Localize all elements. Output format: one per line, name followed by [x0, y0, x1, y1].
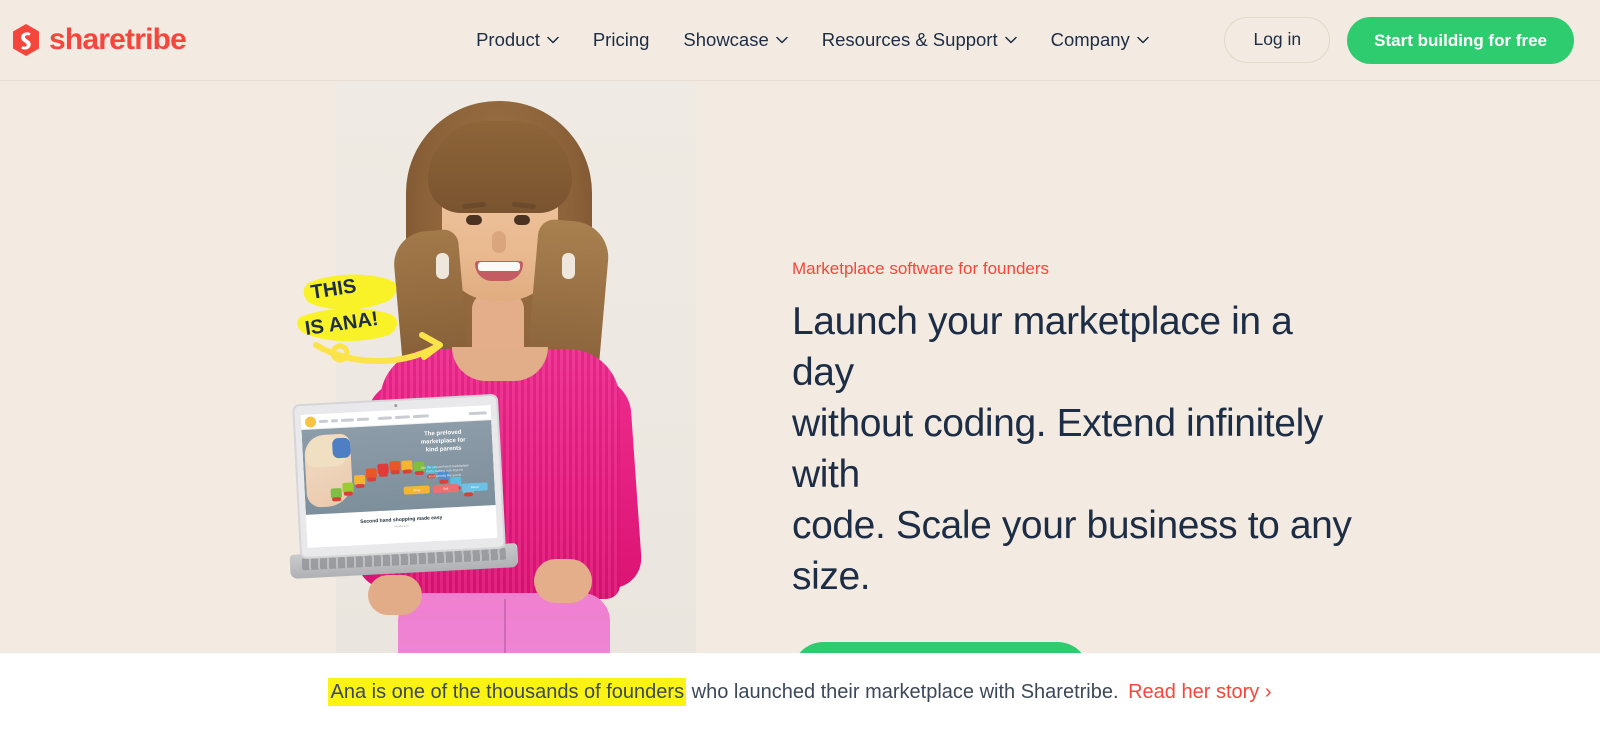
teeth: [478, 262, 520, 271]
nav-item-showcase[interactable]: Showcase: [683, 28, 788, 50]
webcam-icon: [393, 404, 397, 408]
this-is-ana-sticker: THIS IS ANA!: [296, 261, 476, 371]
child-sleeve: [331, 437, 351, 459]
chevron-down-icon: [547, 36, 559, 44]
chevron-down-icon: [1137, 36, 1149, 44]
read-her-story-link[interactable]: Read her story ›: [1128, 681, 1271, 703]
toy-block: [389, 460, 401, 472]
nav-item-product[interactable]: Product: [476, 28, 559, 50]
hero-copy: Marketplace software for founders Launch…: [792, 259, 1352, 653]
toy-block: [365, 468, 378, 479]
header-actions: Log in Start building for free: [1224, 16, 1574, 64]
demo-search-icon: [468, 410, 487, 415]
nav-label: Pricing: [592, 28, 650, 50]
toy-block: [330, 488, 343, 499]
demo-nav-link: [377, 415, 392, 420]
hero-cta-button[interactable]: Start building for free: [792, 642, 1090, 653]
logo-wordmark: sharetribe: [49, 23, 187, 56]
demo-nav-link: [356, 416, 370, 421]
nav-item-company[interactable]: Company: [1050, 28, 1149, 50]
chevron-down-icon: [1004, 36, 1017, 44]
login-button[interactable]: Log in: [1224, 17, 1331, 63]
sharetribe-hexagon-logo-icon: [12, 24, 40, 56]
nav-label: Company: [1050, 28, 1130, 50]
hero-eyebrow: Marketplace software for founders: [792, 259, 1050, 278]
laptop-screen: The preloved marketplace for kind parent…: [300, 405, 498, 548]
toy-block: [377, 463, 389, 475]
nav-label: Resources & Support: [821, 28, 998, 50]
site-header: sharetribe Product Pricing Showcase Reso…: [0, 0, 1600, 81]
earring-right: [562, 253, 575, 279]
headline-line-3: code. Scale your business to any size.: [792, 504, 1352, 599]
demo-nav-link: [330, 418, 339, 422]
laptop: The preloved marketplace for kind parent…: [289, 393, 526, 629]
demo-site-hero: The preloved marketplace for kind parent…: [301, 420, 496, 515]
demo-button-sell[interactable]: Sell: [432, 483, 459, 494]
demo-button-about[interactable]: About: [461, 482, 488, 492]
nose: [492, 231, 506, 253]
sharetribe-logo[interactable]: sharetribe: [12, 23, 187, 56]
eye-right: [514, 215, 530, 225]
header-signup-button[interactable]: Start building for free: [1347, 16, 1574, 64]
eye-left: [466, 215, 482, 225]
chevron-down-icon: [776, 36, 788, 44]
toy-block: [342, 482, 354, 493]
caption-rest: who launched their marketplace with Shar…: [691, 681, 1119, 703]
demo-nav-link: [412, 413, 429, 418]
demo-nav-link: [394, 414, 410, 419]
demo-button-shop[interactable]: Shop: [403, 485, 430, 495]
laptop-lid: The preloved marketplace for kind parent…: [292, 393, 506, 560]
toy-block: [353, 474, 366, 486]
founder-caption: Ana is one of the thousands of founders …: [328, 678, 1272, 706]
hair-front: [428, 121, 572, 213]
caption-highlight: Ana is one of the thousands of founders: [328, 678, 687, 706]
headline-line-1: Launch your marketplace in a day: [792, 300, 1293, 395]
nav-label: Product: [476, 28, 540, 50]
caption-bar: Ana is one of the thousands of founders …: [0, 653, 1600, 731]
main-navigation: Product Pricing Showcase Resources & Sup…: [476, 28, 1149, 50]
hand-right: [534, 559, 592, 603]
demo-nav-link: [318, 419, 329, 423]
demo-hero-title: The preloved marketplace for kind parent…: [401, 427, 486, 455]
hero-section: The preloved marketplace for kind parent…: [0, 81, 1600, 653]
headline-line-2: without coding. Extend infinitely with: [792, 402, 1323, 497]
demo-nav-link: [340, 417, 355, 422]
landing-page: sharetribe Product Pricing Showcase Reso…: [0, 0, 1600, 731]
demo-hero-buttons: Shop Sell About: [403, 482, 488, 495]
hero-photo: The preloved marketplace for kind parent…: [276, 81, 696, 653]
hero-headline: Launch your marketplace in a day without…: [792, 296, 1352, 602]
child-arm: [303, 433, 354, 508]
demo-site-logo-icon: [304, 415, 317, 428]
nav-item-resources-support[interactable]: Resources & Support: [821, 28, 1017, 50]
nav-label: Showcase: [683, 28, 769, 50]
nav-item-pricing[interactable]: Pricing: [592, 28, 650, 50]
